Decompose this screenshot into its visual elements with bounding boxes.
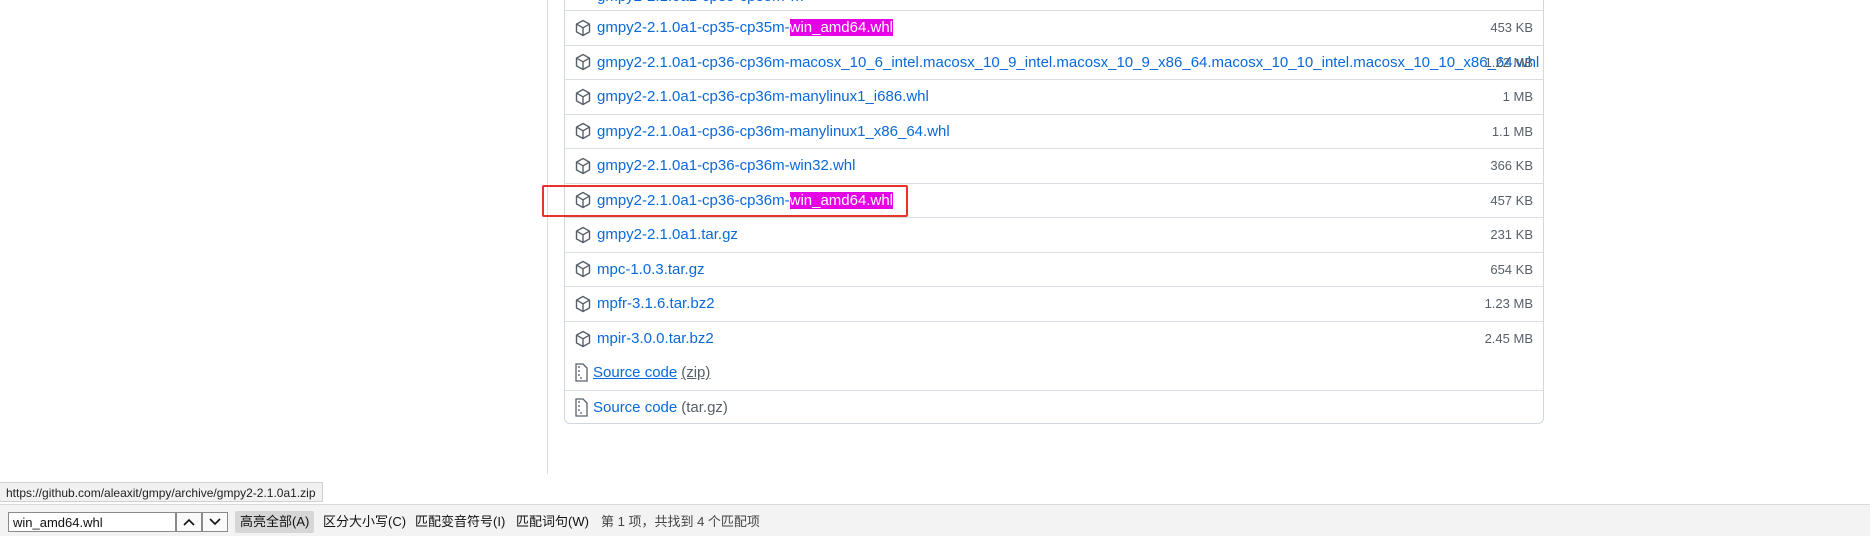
- asset-name: gmpy2-2.1.0a1.tar.gz: [597, 226, 738, 244]
- match-case-toggle[interactable]: 区分大小写(C): [318, 511, 411, 533]
- asset-name: gmpy2-2.1.0a1-cp36-cp36m-macosx_10_6_int…: [597, 53, 1540, 71]
- asset-size: 1.1 MB: [1491, 123, 1533, 139]
- asset-name: gmpy2-2.1.0a1-cp35-cp35m-: [597, 19, 790, 37]
- package-icon: [575, 226, 591, 243]
- asset-name: gmpy2-2.1.0a1-cp36-cp36m-manylinux1_x86_…: [597, 122, 950, 140]
- asset-size: 1.23 MB: [1484, 296, 1533, 312]
- asset-name: mpir-3.0.0.tar.bz2: [597, 330, 714, 348]
- asset-link[interactable]: mpir-3.0.0.tar.bz2: [597, 330, 714, 347]
- file-zip-icon: [575, 363, 588, 382]
- asset-size: 2.45 MB: [1484, 331, 1533, 347]
- asset-size: 231 KB: [1490, 227, 1533, 243]
- whole-words-toggle[interactable]: 匹配词句(W): [511, 511, 594, 533]
- asset-row: mpfr-3.1.6.tar.bz2 1.23 MB: [565, 287, 1543, 322]
- asset-size: 1 MB: [1502, 89, 1533, 105]
- asset-size: 1.22 MB: [1484, 54, 1533, 70]
- asset-link[interactable]: gmpy2-2.1.0a1.tar.gz: [597, 226, 738, 243]
- asset-row-partial: gmpy2-2.1.0a1-cp35-cp35m-…: [565, 0, 1543, 11]
- asset-row: gmpy2-2.1.0a1-cp36-cp36m-macosx_10_6_int…: [565, 46, 1543, 80]
- asset-row: gmpy2-2.1.0a1-cp36-cp36m-win32.whl 366 KB: [565, 149, 1543, 184]
- asset-size: 366 KB: [1490, 158, 1533, 174]
- asset-row: mpc-1.0.3.tar.gz 654 KB: [565, 253, 1543, 287]
- asset-size: 654 KB: [1490, 261, 1533, 277]
- find-bar: 高亮全部(A) 区分大小写(C) 匹配变音符号(I) 匹配词句(W) 第 1 项…: [0, 504, 1870, 536]
- asset-link[interactable]: gmpy2-2.1.0a1-cp36-cp36m-win32.whl: [597, 157, 855, 174]
- find-result-count: 第 1 项，共找到 4 个匹配项: [601, 514, 760, 529]
- package-icon: [575, 123, 591, 140]
- asset-link[interactable]: gmpy2-2.1.0a1-cp36-cp36m-macosx_10_6_int…: [597, 54, 1539, 71]
- package-icon: [575, 54, 591, 71]
- asset-link[interactable]: gmpy2-2.1.0a1-cp35-cp35m-win_amd64.whl: [597, 19, 893, 37]
- package-icon: [575, 295, 591, 312]
- asset-row: gmpy2-2.1.0a1.tar.gz 231 KB: [565, 218, 1543, 253]
- package-icon: [575, 261, 591, 278]
- file-zip-icon: [575, 398, 588, 417]
- asset-name: gmpy2-2.1.0a1-cp36-cp36m-manylinux1_i686…: [597, 88, 929, 106]
- annotation-highlight-box: [542, 185, 908, 217]
- asset-link[interactable]: mpc-1.0.3.tar.gz: [597, 261, 705, 278]
- find-match-highlight: win_amd64.whl: [789, 19, 893, 37]
- find-input[interactable]: [8, 512, 176, 532]
- asset-row: mpir-3.0.0.tar.bz2 2.45 MB: [565, 322, 1543, 357]
- source-code-zip-row: Source code (zip): [565, 356, 1543, 391]
- asset-link[interactable]: gmpy2-2.1.0a1-cp36-cp36m-manylinux1_x86_…: [597, 123, 950, 140]
- asset-name: mpc-1.0.3.tar.gz: [597, 260, 705, 278]
- chevron-down-icon: [209, 518, 221, 526]
- package-icon: [575, 19, 591, 36]
- find-previous-button[interactable]: [176, 512, 202, 532]
- asset-row: gmpy2-2.1.0a1-cp35-cp35m-win_amd64.whl 45…: [565, 11, 1543, 46]
- source-code-targz-row: Source code (tar.gz): [565, 391, 1543, 424]
- asset-size: 457 KB: [1490, 192, 1533, 208]
- package-icon: [575, 330, 591, 347]
- content-divider: [547, 0, 548, 474]
- highlight-all-toggle[interactable]: 高亮全部(A): [235, 511, 315, 533]
- package-icon: [575, 157, 591, 174]
- link-status-bar: https://github.com/aleaxit/gmpy/archive/…: [0, 482, 323, 502]
- source-code-zip-link[interactable]: Source code (zip): [593, 364, 710, 381]
- asset-link-partial[interactable]: gmpy2-2.1.0a1-cp35-cp35m-…: [597, 0, 805, 5]
- asset-size: 453 KB: [1490, 20, 1533, 36]
- chevron-up-icon: [183, 518, 195, 526]
- asset-link[interactable]: mpfr-3.1.6.tar.bz2: [597, 295, 715, 312]
- asset-link[interactable]: gmpy2-2.1.0a1-cp36-cp36m-manylinux1_i686…: [597, 88, 929, 105]
- find-next-button[interactable]: [202, 512, 228, 532]
- asset-name: mpfr-3.1.6.tar.bz2: [597, 295, 715, 313]
- asset-row: gmpy2-2.1.0a1-cp36-cp36m-manylinux1_x86_…: [565, 115, 1543, 149]
- asset-row: gmpy2-2.1.0a1-cp36-cp36m-manylinux1_i686…: [565, 80, 1543, 115]
- asset-name: gmpy2-2.1.0a1-cp36-cp36m-win32.whl: [597, 157, 856, 175]
- match-diacritics-toggle[interactable]: 匹配变音符号(I): [410, 511, 510, 533]
- package-icon: [575, 88, 591, 105]
- source-code-targz-link[interactable]: Source code (tar.gz): [593, 399, 728, 416]
